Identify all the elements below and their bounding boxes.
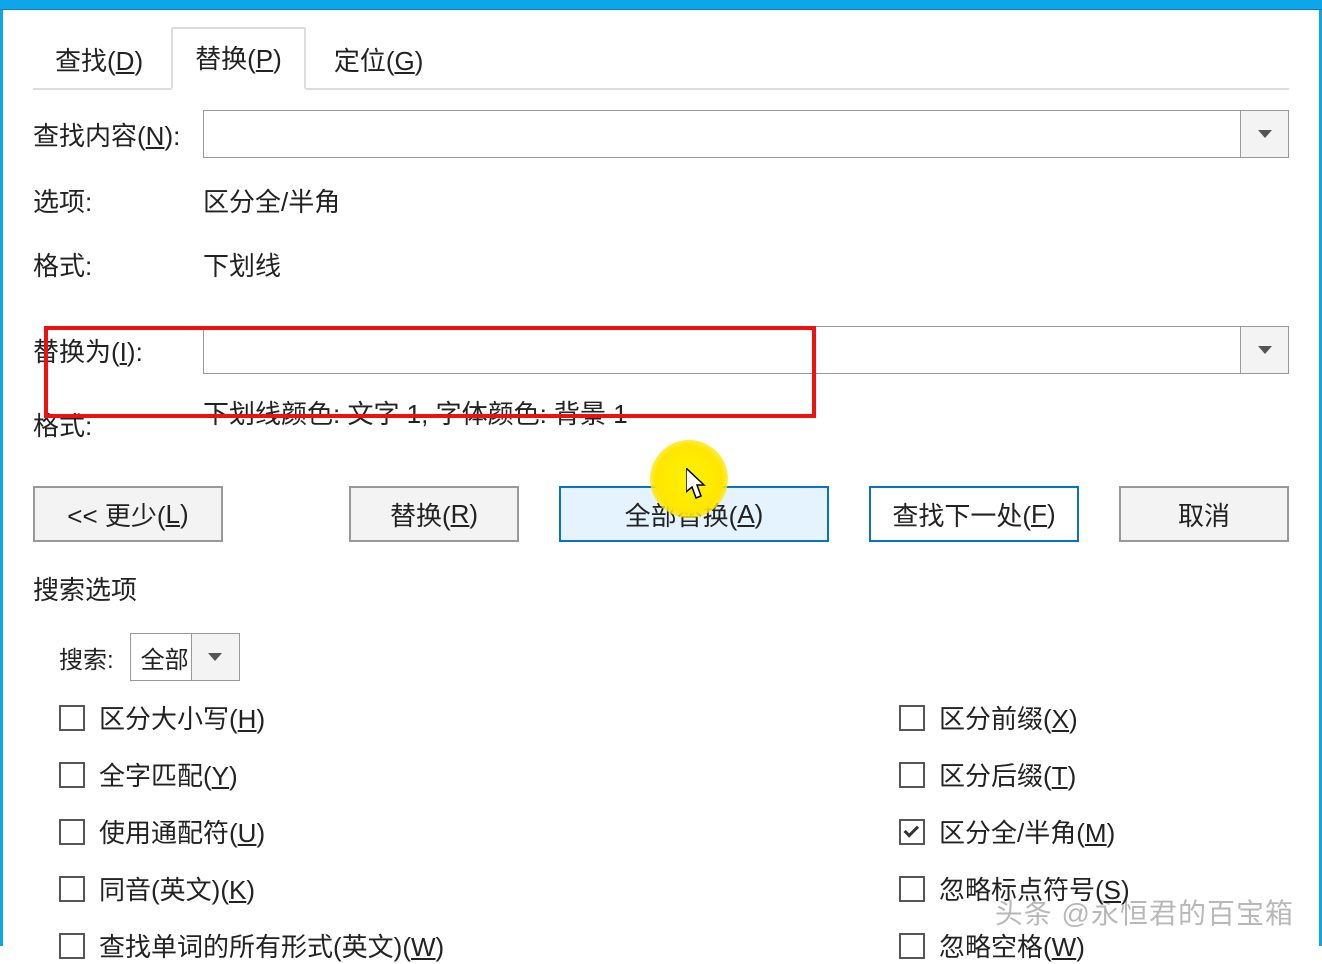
checkbox-box	[59, 762, 85, 788]
search-direction-dropdown[interactable]	[191, 634, 239, 680]
window-titlebar	[0, 0, 1322, 10]
button-row: << 更少(L) 替换(R) 全部替换(A) 查找下一处(F) 取消	[33, 486, 1289, 542]
option-left-checkbox-1[interactable]: 全字匹配(Y)	[59, 756, 899, 793]
checkbox-box	[59, 705, 85, 731]
checkbox-label: 全字匹配(Y)	[99, 756, 238, 793]
replace-dropdown-button[interactable]	[1240, 327, 1288, 373]
search-direction-row: 搜索: 全部	[59, 633, 1289, 681]
replace-format-row: 格式: 下划线颜色: 文字 1, 字体颜色: 背景 1	[33, 402, 1289, 446]
find-format-value: 下划线	[203, 246, 281, 283]
replace-all-button[interactable]: 全部替换(A)	[559, 486, 829, 542]
option-right-checkbox-1[interactable]: 区分后缀(T)	[899, 756, 1130, 793]
checkbox-label: 区分前缀(X)	[939, 699, 1078, 736]
find-combobox[interactable]	[203, 110, 1289, 158]
chevron-down-icon	[208, 653, 222, 661]
tab-replace-pre: 替换(	[195, 44, 256, 74]
options-right-column: 区分前缀(X)区分后缀(T)区分全/半角(M)忽略标点符号(S)忽略空格(W)	[899, 699, 1130, 964]
option-left-checkbox-2[interactable]: 使用通配符(U)	[59, 813, 899, 850]
chevron-down-icon	[1258, 346, 1272, 354]
check-icon	[904, 822, 920, 838]
find-next-button[interactable]: 查找下一处(F)	[869, 486, 1079, 542]
tab-strip: 查找(D) 替换(P) 定位(G)	[33, 30, 1289, 90]
tab-goto-pre: 定位(	[334, 46, 395, 76]
options-row: 选项: 区分全/半角	[33, 178, 1289, 222]
find-row: 查找内容(N):	[33, 110, 1289, 158]
replace-input[interactable]	[204, 327, 1240, 373]
tab-replace-post: )	[273, 44, 282, 74]
checkbox-box	[59, 876, 85, 902]
search-options-label: 搜索选项	[33, 570, 1289, 607]
tab-find-accel: D	[116, 46, 135, 76]
checkbox-box	[899, 876, 925, 902]
replace-button[interactable]: 替换(R)	[349, 486, 519, 542]
less-button[interactable]: << 更少(L)	[33, 486, 223, 542]
search-options-grid: 区分大小写(H)全字匹配(Y)使用通配符(U)同音(英文)(K)查找单词的所有形…	[59, 699, 1289, 964]
chevron-down-icon	[1258, 130, 1272, 138]
tab-find-post: )	[134, 46, 143, 76]
option-left-checkbox-3[interactable]: 同音(英文)(K)	[59, 870, 899, 907]
tab-goto-post: )	[415, 46, 424, 76]
checkbox-label: 区分全/半角(M)	[939, 813, 1115, 850]
replace-label: 替换为(I):	[33, 332, 203, 369]
checkbox-box	[899, 705, 925, 731]
checkbox-label: 同音(英文)(K)	[99, 870, 255, 907]
checkbox-label: 区分后缀(T)	[939, 756, 1076, 793]
replace-format-label: 格式:	[33, 406, 203, 443]
checkbox-box	[899, 762, 925, 788]
cancel-button[interactable]: 取消	[1119, 486, 1289, 542]
tab-goto-accel: G	[394, 46, 414, 76]
tab-replace-accel: P	[256, 44, 273, 74]
checkbox-box	[59, 819, 85, 845]
find-label: 查找内容(N):	[33, 116, 203, 153]
tab-find-pre: 查找(	[55, 46, 116, 76]
options-value: 区分全/半角	[203, 182, 340, 219]
tab-find[interactable]: 查找(D)	[33, 31, 165, 90]
checkbox-box	[899, 819, 925, 845]
option-right-checkbox-0[interactable]: 区分前缀(X)	[899, 699, 1130, 736]
tab-goto[interactable]: 定位(G)	[312, 31, 446, 90]
search-direction-select[interactable]: 全部	[130, 633, 240, 681]
checkbox-label: 使用通配符(U)	[99, 813, 265, 850]
options-left-column: 区分大小写(H)全字匹配(Y)使用通配符(U)同音(英文)(K)查找单词的所有形…	[59, 699, 899, 964]
find-input[interactable]	[204, 111, 1240, 157]
option-right-checkbox-3[interactable]: 忽略标点符号(S)	[899, 870, 1130, 907]
checkbox-label: 区分大小写(H)	[99, 699, 265, 736]
search-direction-value: 全部	[131, 634, 191, 680]
tab-replace[interactable]: 替换(P)	[171, 27, 306, 90]
dialog-client-area: 查找(D) 替换(P) 定位(G) 查找内容(N): 选项: 区分全/半角 格式…	[3, 10, 1319, 946]
replace-row: 替换为(I):	[33, 326, 1289, 374]
replace-combobox[interactable]	[203, 326, 1289, 374]
option-left-checkbox-0[interactable]: 区分大小写(H)	[59, 699, 899, 736]
option-right-checkbox-2[interactable]: 区分全/半角(M)	[899, 813, 1130, 850]
replace-format-value: 下划线颜色: 文字 1, 字体颜色: 背景 1	[203, 394, 628, 431]
find-format-label: 格式:	[33, 246, 203, 283]
find-dropdown-button[interactable]	[1240, 111, 1288, 157]
options-label: 选项:	[33, 182, 203, 219]
search-direction-label: 搜索:	[59, 640, 114, 675]
find-format-row: 格式: 下划线	[33, 242, 1289, 286]
checkbox-label: 忽略标点符号(S)	[939, 870, 1130, 907]
